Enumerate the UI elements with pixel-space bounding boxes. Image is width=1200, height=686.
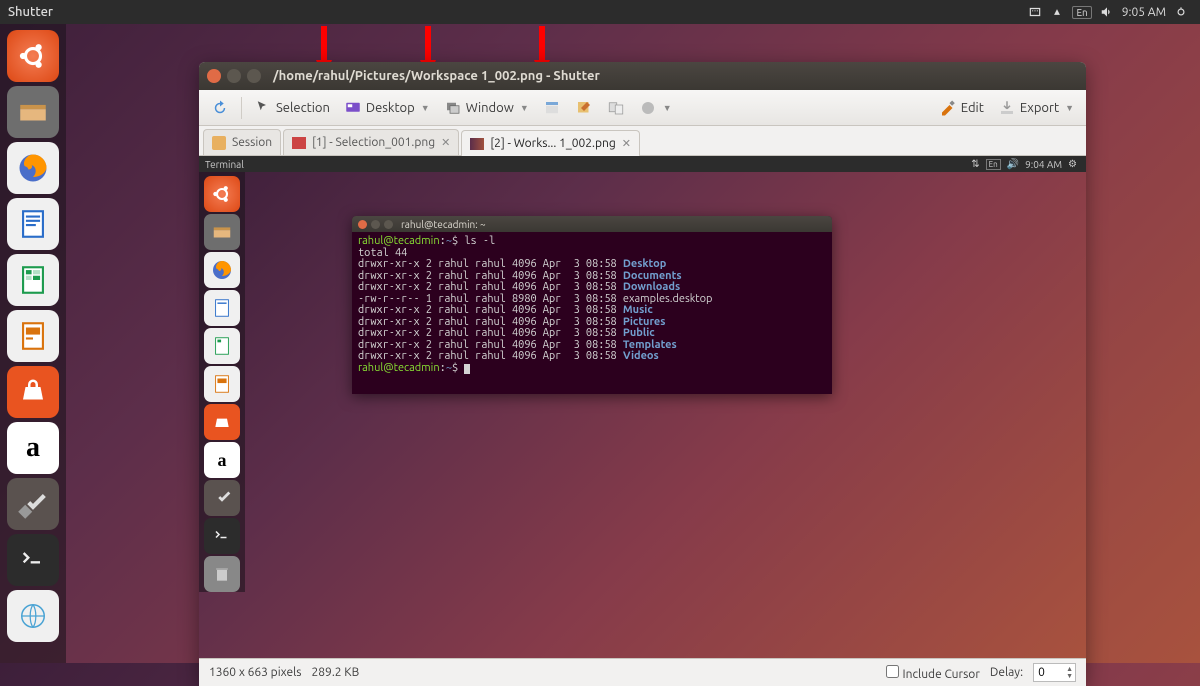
image-dimensions: 1360 x 663 pixels xyxy=(209,666,302,679)
launcher-files xyxy=(204,214,240,250)
launcher-software[interactable] xyxy=(7,366,59,418)
edit-button[interactable]: Edit xyxy=(933,95,990,121)
window-title: /home/rahul/Pictures/Workspace 1_002.png… xyxy=(273,69,600,83)
minimize-icon[interactable] xyxy=(227,69,241,83)
close-icon[interactable] xyxy=(207,69,221,83)
volume-icon: 🔊 xyxy=(1007,158,1019,170)
tab-selection-001[interactable]: [1] - Selection_001.png ✕ xyxy=(283,129,459,155)
clock: 9:04 AM xyxy=(1025,159,1062,170)
launcher-terminal[interactable] xyxy=(7,534,59,586)
include-cursor-checkbox[interactable] xyxy=(886,665,899,678)
launcher-dash[interactable] xyxy=(7,30,59,82)
volume-icon[interactable] xyxy=(1100,5,1114,19)
launcher-amazon: a xyxy=(204,442,240,478)
maximize-icon[interactable] xyxy=(247,69,261,83)
delay-label: Delay: xyxy=(990,666,1023,679)
focused-app-name: Shutter xyxy=(8,5,53,19)
launcher-dash xyxy=(204,176,240,212)
launcher-impress[interactable] xyxy=(7,310,59,362)
shutter-window: /home/rahul/Pictures/Workspace 1_002.png… xyxy=(199,62,1086,686)
terminal-output: rahul@tecadmin:~$ ls -l total 44 drwxr-x… xyxy=(352,232,832,394)
keyboard-icon[interactable] xyxy=(1028,5,1042,19)
network-icon[interactable] xyxy=(1050,5,1064,19)
desktop-button[interactable]: Desktop ▼ xyxy=(338,95,436,121)
top-menubar: Shutter En 9:05 AM xyxy=(0,0,1200,24)
selection-button[interactable]: Selection xyxy=(248,95,336,121)
delay-input[interactable] xyxy=(1034,664,1064,681)
network-icon: ⇅ xyxy=(971,158,979,170)
close-icon xyxy=(358,220,367,229)
tab-label: [1] - Selection_001.png xyxy=(312,136,435,149)
close-icon[interactable]: ✕ xyxy=(441,136,450,149)
chevron-down-icon[interactable]: ▼ xyxy=(1064,673,1075,680)
launcher-screenshot[interactable] xyxy=(7,590,59,642)
inner-launcher: a xyxy=(199,172,245,592)
launcher-firefox[interactable] xyxy=(7,142,59,194)
export-button[interactable]: Export ▼ xyxy=(992,95,1080,121)
web-capture-button[interactable] xyxy=(601,95,631,121)
launcher-firefox xyxy=(204,252,240,288)
terminal-title: rahul@tecadmin: ~ xyxy=(401,219,486,230)
selection-label: Selection xyxy=(276,101,330,115)
unity-launcher: a xyxy=(0,24,66,663)
tab-session[interactable]: Session xyxy=(203,129,281,155)
minimize-icon xyxy=(371,220,380,229)
language-indicator: En xyxy=(986,159,1001,170)
shutter-toolbar: Selection Desktop ▼ Window ▼ ▼ Edit Export… xyxy=(199,90,1086,126)
window-label: Window xyxy=(466,101,514,115)
include-cursor-option[interactable]: Include Cursor xyxy=(886,665,980,681)
tab-workspace-002[interactable]: [2] - Works... 1_002.png ✕ xyxy=(461,130,640,156)
redo-button[interactable] xyxy=(205,95,235,121)
terminal-window: rahul@tecadmin: ~ rahul@tecadmin:~$ ls -… xyxy=(352,216,832,394)
shutter-tabbar: Session [1] - Selection_001.png ✕ [2] - W… xyxy=(199,126,1086,156)
close-icon[interactable]: ✕ xyxy=(622,137,631,150)
launcher-writer xyxy=(204,290,240,326)
session-icon xyxy=(212,136,226,150)
menu-capture-button[interactable] xyxy=(537,95,567,121)
power-icon[interactable] xyxy=(1174,5,1188,19)
chevron-down-icon[interactable]: ▼ xyxy=(520,103,529,113)
clock[interactable]: 9:05 AM xyxy=(1122,6,1166,19)
terminal-titlebar: rahul@tecadmin: ~ xyxy=(352,216,832,232)
power-icon: ⚙ xyxy=(1068,158,1077,170)
desktop-label: Desktop xyxy=(366,101,415,115)
image-size: 289.2 KB xyxy=(312,666,360,679)
thumbnail-icon xyxy=(292,137,306,149)
tooltip-capture-button[interactable] xyxy=(569,95,599,121)
export-label: Export xyxy=(1020,101,1059,115)
window-button[interactable]: Window ▼ xyxy=(438,95,535,121)
globe-button[interactable]: ▼ xyxy=(633,95,678,121)
tab-label: [2] - Works... 1_002.png xyxy=(490,137,615,150)
launcher-terminal xyxy=(204,518,240,554)
launcher-calc[interactable] xyxy=(7,254,59,306)
launcher-trash xyxy=(204,556,240,592)
thumbnail-icon xyxy=(470,138,484,150)
delay-stepper[interactable]: ▲▼ xyxy=(1033,663,1076,682)
launcher-settings xyxy=(204,480,240,516)
launcher-writer[interactable] xyxy=(7,198,59,250)
tab-label: Session xyxy=(232,136,272,149)
launcher-calc xyxy=(204,328,240,364)
launcher-impress xyxy=(204,366,240,402)
maximize-icon xyxy=(384,220,393,229)
inner-menubar: Terminal ⇅ En 🔊 9:04 AM ⚙ xyxy=(199,156,1086,172)
inner-app-name: Terminal xyxy=(205,159,244,170)
language-indicator[interactable]: En xyxy=(1072,6,1091,19)
launcher-software xyxy=(204,404,240,440)
chevron-down-icon[interactable]: ▼ xyxy=(1065,103,1074,113)
screenshot-preview: Terminal ⇅ En 🔊 9:04 AM ⚙ a xyxy=(199,156,1086,658)
launcher-amazon[interactable]: a xyxy=(7,422,59,474)
window-titlebar[interactable]: /home/rahul/Pictures/Workspace 1_002.png… xyxy=(199,62,1086,90)
chevron-down-icon[interactable]: ▼ xyxy=(663,103,672,113)
include-cursor-label: Include Cursor xyxy=(903,668,980,681)
chevron-down-icon[interactable]: ▼ xyxy=(421,103,430,113)
launcher-settings[interactable] xyxy=(7,478,59,530)
launcher-files[interactable] xyxy=(7,86,59,138)
shutter-statusbar: 1360 x 663 pixels 289.2 KB Include Curso… xyxy=(199,658,1086,686)
edit-label: Edit xyxy=(961,101,984,115)
chevron-up-icon[interactable]: ▲ xyxy=(1064,666,1075,673)
